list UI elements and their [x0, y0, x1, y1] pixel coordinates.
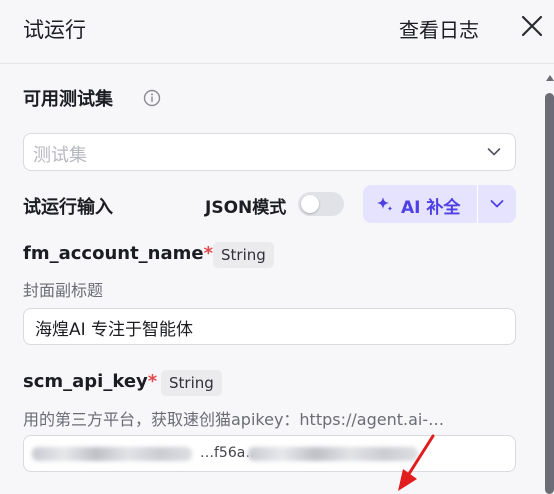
run-input-label: 试运行输入: [23, 197, 113, 218]
param-name-fm-account-name: fm_account_name*: [23, 243, 213, 264]
param-description: 封面副标题: [23, 281, 104, 300]
panel-title: 试运行: [23, 18, 86, 42]
scrollbar[interactable]: [543, 65, 554, 494]
type-badge: String: [161, 370, 222, 396]
panel-header: 试运行 查看日志: [0, 0, 554, 64]
param-name-text: fm_account_name: [23, 243, 204, 264]
sparkle-icon: [377, 197, 393, 211]
ai-complete-label: AI 补全: [401, 198, 461, 218]
run-panel-content: 可用测试集 测试集 试运行输入 JSON模式 AI 补全 fm_account_…: [0, 65, 542, 494]
ai-complete-split-button: AI 补全: [363, 185, 516, 223]
param-name-text: scm_api_key: [23, 371, 148, 392]
close-icon: [521, 15, 543, 37]
test-set-placeholder: 测试集: [33, 145, 87, 166]
scroll-up-icon[interactable]: [546, 75, 554, 81]
toggle-knob: [301, 195, 319, 213]
ai-complete-dropdown-button[interactable]: [478, 185, 516, 223]
ai-complete-button[interactable]: AI 补全: [363, 185, 477, 223]
json-mode-toggle[interactable]: [298, 192, 344, 216]
scm-api-key-input[interactable]: …f56a…: [23, 435, 516, 472]
annotation-arrow-icon: [398, 434, 435, 491]
chevron-down-icon: [487, 148, 501, 156]
json-mode-label: JSON模式: [205, 198, 287, 218]
param-description: 用的第三方平台，获取速创猫apikey：https://agent.ai-…: [23, 410, 445, 429]
info-icon[interactable]: [143, 89, 161, 107]
required-mark: *: [203, 243, 214, 264]
test-set-label: 可用测试集: [23, 89, 113, 110]
view-log-link[interactable]: 查看日志: [399, 14, 479, 43]
test-set-select[interactable]: 测试集: [23, 133, 516, 171]
chevron-down-icon: [490, 200, 504, 208]
param-name-scm-api-key: scm_api_key*: [23, 371, 157, 392]
scrollbar-thumb[interactable]: [545, 93, 554, 494]
fm-account-name-input[interactable]: 海煌AI 专注于智能体: [23, 308, 516, 345]
required-mark: *: [147, 371, 158, 392]
close-button[interactable]: [520, 14, 544, 38]
field-value: 海煌AI 专注于智能体: [35, 320, 194, 340]
type-badge: String: [213, 242, 274, 268]
redacted-text: [32, 447, 192, 461]
